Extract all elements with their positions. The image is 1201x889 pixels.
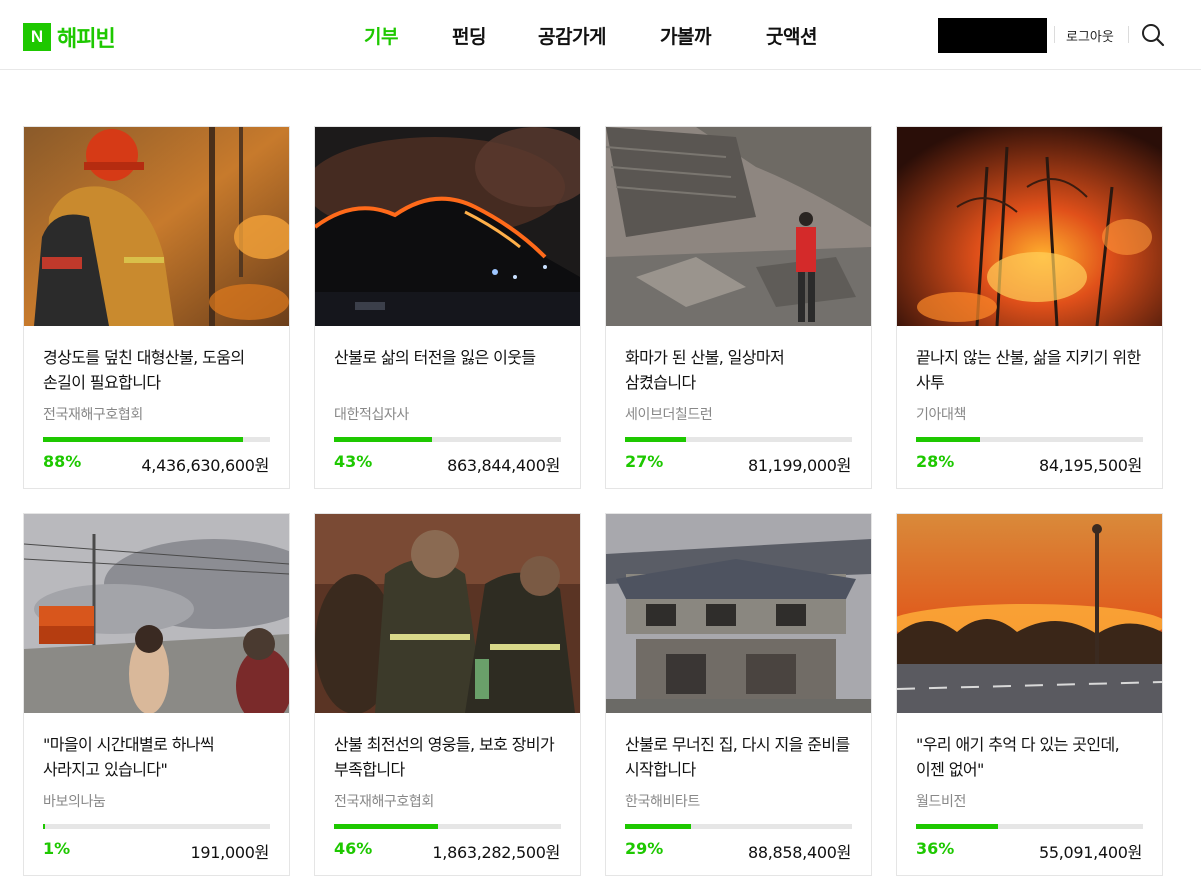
- campaign-title: 산불로 삶의 터전을 잃은 이웃들: [334, 348, 536, 367]
- organization-name: 월드비전: [916, 794, 966, 810]
- campaign-title: 화마가 된 산불, 일상마저 삼켰습니다: [625, 348, 785, 392]
- progress-fill: [625, 437, 687, 442]
- progress-percent: 1%: [43, 839, 71, 858]
- campaign-card[interactable]: 산불로 무너진 집, 다시 지을 준비를 시작합니다 한국해비타트 29% 88…: [605, 513, 872, 876]
- mountain-fire-at-night-photo: [315, 127, 580, 326]
- search-icon: [1142, 24, 1165, 47]
- campaign-card[interactable]: "마을이 시간대별로 하나씩 사라지고 있습니다" 바보의나눔 1% 191,0…: [23, 513, 290, 876]
- search-button[interactable]: [1140, 22, 1166, 48]
- campaign-card[interactable]: 끝나지 않는 산불, 삶을 지키기 위한 사투 기아대책 28% 84,195,…: [896, 126, 1163, 489]
- nav-explore[interactable]: 가볼까: [660, 22, 711, 49]
- happybean-logo[interactable]: N 해피빈: [23, 21, 116, 53]
- progress-percent: 43%: [334, 452, 373, 471]
- organization-name: 전국재해구호협회: [334, 794, 434, 810]
- raised-amount: 55,091,400원: [1038, 843, 1142, 862]
- campaign-title: 산불로 무너진 집, 다시 지을 준비를 시작합니다: [625, 735, 850, 779]
- raised-amount: 84,195,500원: [1038, 456, 1142, 475]
- logo-text: 해피빈: [57, 27, 116, 52]
- progress-fill: [334, 824, 439, 829]
- progress-bar: [43, 437, 270, 442]
- raised-amount: 191,000원: [190, 843, 270, 862]
- progress-fill: [916, 437, 980, 442]
- organization-name: 세이브더칠드런: [625, 407, 713, 423]
- naver-logo-icon: N: [23, 23, 51, 51]
- campaign-title: 경상도를 덮친 대형산불, 도움의 손길이 필요합니다: [43, 348, 245, 392]
- progress-bar: [625, 437, 852, 442]
- progress-fill: [43, 824, 46, 829]
- campaign-card[interactable]: 산불 최전선의 영웅들, 보호 장비가 부족합니다 전국재해구호협회 46% 1…: [314, 513, 581, 876]
- campaign-card[interactable]: 경상도를 덮친 대형산불, 도움의 손길이 필요합니다 전국재해구호협회 88%…: [23, 126, 290, 489]
- nav-shop[interactable]: 공감가게: [538, 22, 606, 49]
- campaign-title: 산불 최전선의 영웅들, 보호 장비가 부족합니다: [334, 735, 555, 779]
- wildfire-by-road-photo: [897, 514, 1162, 713]
- organization-name: 기아대책: [916, 407, 966, 423]
- nav-donate[interactable]: 기부: [364, 22, 398, 49]
- top-header: N 해피빈 기부 펀딩 공감가게 가볼까 굿액션 로그아웃: [0, 0, 1201, 70]
- campaign-card[interactable]: "우리 애기 추억 다 있는 곳인데, 이젠 없어" 월드비전 36% 55,0…: [896, 513, 1163, 876]
- organization-name: 한국해비타트: [625, 794, 700, 810]
- progress-fill: [625, 824, 691, 829]
- progress-percent: 46%: [334, 839, 373, 858]
- organization-name: 전국재해구호협회: [43, 407, 143, 423]
- progress-bar: [334, 437, 561, 442]
- progress-percent: 88%: [43, 452, 82, 471]
- progress-fill: [916, 824, 998, 829]
- villagers-watching-smoke-photo: [24, 514, 289, 713]
- campaign-title: "마을이 시간대별로 하나씩 사라지고 있습니다": [43, 735, 215, 779]
- progress-bar: [43, 824, 270, 829]
- user-name-redacted[interactable]: [938, 18, 1047, 53]
- campaign-card[interactable]: 산불로 삶의 터전을 잃은 이웃들 대한적십자사 43% 863,844,400…: [314, 126, 581, 489]
- nav-funding[interactable]: 펀딩: [452, 22, 486, 49]
- progress-percent: 36%: [916, 839, 955, 858]
- burning-forest-photo: [897, 127, 1162, 326]
- exhausted-firefighters-photo: [315, 514, 580, 713]
- organization-name: 바보의나눔: [43, 794, 106, 810]
- collapsed-house-ruins-photo: [606, 127, 871, 326]
- campaign-title: 끝나지 않는 산불, 삶을 지키기 위한 사투: [916, 348, 1141, 392]
- progress-percent: 27%: [625, 452, 664, 471]
- progress-percent: 29%: [625, 839, 664, 858]
- burned-house-photo: [606, 514, 871, 713]
- header-divider: [1128, 26, 1129, 43]
- progress-bar: [916, 437, 1143, 442]
- progress-bar: [625, 824, 852, 829]
- raised-amount: 4,436,630,600원: [141, 456, 269, 475]
- organization-name: 대한적십자사: [334, 407, 409, 423]
- campaign-title: "우리 애기 추억 다 있는 곳인데, 이젠 없어": [916, 735, 1120, 779]
- progress-fill: [43, 437, 243, 442]
- firefighter-in-forest-fire-photo: [24, 127, 289, 326]
- raised-amount: 81,199,000원: [747, 456, 851, 475]
- progress-bar: [334, 824, 561, 829]
- nav-good-action[interactable]: 굿액션: [766, 22, 817, 49]
- progress-bar: [916, 824, 1143, 829]
- header-divider: [1054, 26, 1055, 43]
- raised-amount: 1,863,282,500원: [432, 843, 560, 862]
- logout-link[interactable]: 로그아웃: [1066, 26, 1114, 45]
- progress-percent: 28%: [916, 452, 955, 471]
- campaign-card[interactable]: 화마가 된 산불, 일상마저 삼켰습니다 세이브더칠드런 27% 81,199,…: [605, 126, 872, 489]
- raised-amount: 88,858,400원: [747, 843, 851, 862]
- raised-amount: 863,844,400원: [447, 456, 560, 475]
- progress-fill: [334, 437, 432, 442]
